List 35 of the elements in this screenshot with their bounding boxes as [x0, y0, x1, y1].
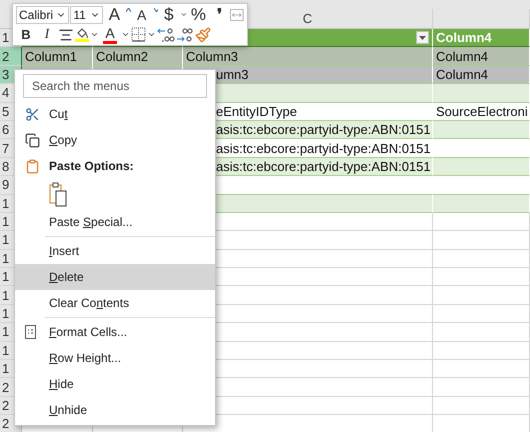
- fill-color-icon[interactable]: [75, 28, 89, 42]
- decrease-decimal-icon[interactable]: [157, 26, 175, 42]
- table-cell: Column3: [183, 47, 433, 66]
- format-cells-icon: [25, 325, 36, 339]
- table-cell: SourceElectroni: [433, 102, 530, 121]
- caret-icon[interactable]: [180, 10, 188, 19]
- currency-button[interactable]: $: [158, 5, 179, 24]
- font-size-dropdown[interactable]: 11: [70, 6, 104, 24]
- table-cell: Column4: [433, 66, 530, 84]
- clipboard-icon: [25, 158, 40, 174]
- font-dropdown[interactable]: Calibri: [16, 6, 70, 24]
- scissors-icon: [25, 106, 40, 122]
- grow-font-button[interactable]: A: [104, 5, 124, 24]
- table-cell: Column2: [93, 47, 183, 66]
- copy-icon: [25, 132, 40, 148]
- shrink-font-button[interactable]: A: [132, 5, 152, 24]
- caret-icon[interactable]: [90, 30, 99, 39]
- caret-icon[interactable]: [147, 30, 156, 39]
- caret-icon: [419, 36, 426, 40]
- borders-icon[interactable]: [131, 27, 146, 42]
- menu-item[interactable]: Delete: [15, 264, 215, 290]
- filter-button[interactable]: [416, 31, 429, 44]
- down-caret-icon: [154, 8, 158, 12]
- up-caret-icon: [126, 8, 131, 12]
- caret-icon[interactable]: [121, 30, 130, 39]
- center-align-icon[interactable]: [58, 26, 74, 42]
- italic-button[interactable]: I: [37, 25, 57, 44]
- table-cell: Column4: [433, 47, 530, 66]
- increase-decimal-icon[interactable]: [176, 26, 194, 42]
- table-cell: Column4: [433, 29, 530, 48]
- paste-icon[interactable]: [49, 181, 67, 207]
- search-field[interactable]: Search the menus: [23, 74, 207, 98]
- row-header[interactable]: 2: [0, 47, 22, 66]
- font-color-button[interactable]: A: [100, 26, 120, 40]
- table-cell: Column1: [22, 47, 93, 66]
